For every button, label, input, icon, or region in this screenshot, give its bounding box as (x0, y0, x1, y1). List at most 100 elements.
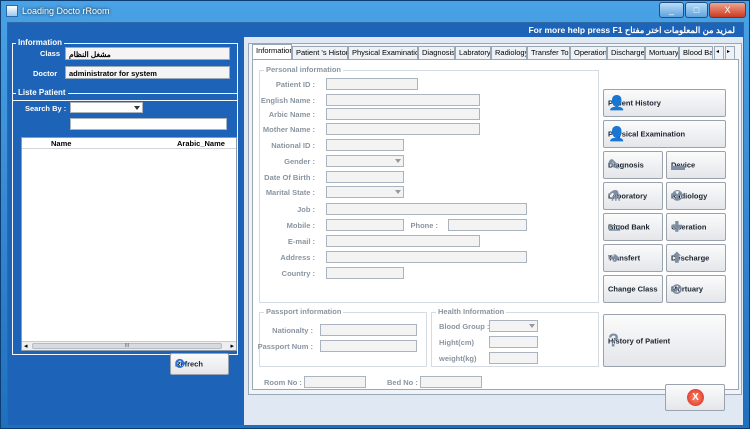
personal-info-group: Personal information Patient ID : Englis… (259, 65, 599, 303)
weight-label: weight(kg) (439, 354, 477, 363)
search-by-select[interactable] (70, 102, 143, 113)
diagnosis-button[interactable]: Diagnosis ✎ (603, 151, 663, 179)
country-input[interactable] (326, 267, 404, 279)
refresh-button[interactable]: Refrech ⟳ (170, 353, 229, 375)
blood-bag-icon: ▭ (608, 218, 622, 235)
personal-info-title: Personal information (264, 65, 344, 74)
user-icon: 👤 (608, 94, 626, 111)
phone-input[interactable] (448, 219, 527, 231)
exit-button[interactable]: X (665, 384, 725, 411)
search-input[interactable] (70, 118, 227, 130)
blood-group-select[interactable] (489, 320, 538, 332)
room-no-label: Room No : (264, 378, 302, 387)
maximize-button[interactable]: □ (685, 2, 708, 18)
list-header: Name Arabic_Name (22, 138, 236, 149)
email-input[interactable] (326, 235, 480, 247)
job-label: Job : (297, 205, 315, 214)
room-no-input[interactable] (304, 376, 366, 388)
descharge-button[interactable]: Descharge ⬆ (666, 244, 726, 272)
tab-physical-examination[interactable]: Physical Examination (348, 46, 418, 60)
help-bar: For more help press F1 لمزيد من المعلوما… (8, 23, 743, 37)
patient-history-button[interactable]: Patient History 👤 (603, 89, 726, 117)
english-name-input[interactable] (326, 94, 480, 106)
close-icon: X (687, 389, 704, 406)
patient-list[interactable]: Name Arabic_Name ◂ III ▸ (21, 137, 237, 351)
search-by-label: Search By : (25, 104, 67, 113)
email-label: E-mail : (287, 237, 315, 246)
mother-name-label: Mother Name : (262, 125, 315, 134)
physical-examination-button[interactable]: Physical Examination 👤 (603, 120, 726, 148)
tab-diagnosis[interactable]: Diagnosis (418, 46, 455, 60)
laboratory-button[interactable]: Laboratory ⚗ (603, 182, 663, 210)
col-name-header[interactable]: Name (51, 139, 71, 148)
tab-mortuary[interactable]: Mortuary (645, 46, 679, 60)
country-label: Country : (281, 269, 315, 278)
radiology-button[interactable]: Radiology ☢ (666, 182, 726, 210)
help-text: For more help press F1 لمزيد من المعلوما… (528, 25, 735, 35)
job-input[interactable] (326, 203, 527, 215)
horizontal-scrollbar[interactable]: ◂ III ▸ (22, 341, 236, 350)
passport-num-label: Passport Num : (257, 342, 313, 351)
bed-no-input[interactable] (420, 376, 482, 388)
address-input[interactable] (326, 251, 527, 263)
tab-scroll-left[interactable]: ◂ (714, 46, 724, 60)
dob-input[interactable] (326, 171, 404, 183)
scroll-right-icon[interactable]: ▸ (230, 342, 234, 350)
transfert-button[interactable]: Transfert ➔ (603, 244, 663, 272)
tab-blood-bank[interactable]: Blood Bank (679, 46, 713, 60)
doctor-icon: 👤 (608, 125, 626, 142)
english-name-label: English Name : (260, 96, 315, 105)
patient-id-label: Patient ID : (275, 80, 315, 89)
minimize-button[interactable]: _ (659, 2, 684, 18)
tab-transfer-to[interactable]: Transfer To (527, 46, 570, 60)
mobile-label: Mobile : (286, 221, 315, 230)
class-label: Class (40, 49, 61, 58)
document-icon: ✎ (608, 156, 620, 173)
patient-id-input[interactable] (326, 78, 418, 90)
gender-select[interactable] (326, 155, 404, 167)
health-info-group: Health Information Blood Group : Hight(c… (431, 307, 599, 367)
weight-input[interactable] (489, 352, 538, 364)
operation-button[interactable]: Operation ✚ (666, 213, 726, 241)
nationality-input[interactable] (320, 324, 417, 336)
gender-label: Gender : (284, 157, 315, 166)
arrow-right-icon: ➔ (608, 249, 620, 266)
passport-info-title: Passport information (264, 307, 344, 316)
scroll-thumb[interactable]: III (32, 343, 222, 349)
tab-radiology[interactable]: Radiology (491, 46, 527, 60)
mother-name-input[interactable] (326, 123, 480, 135)
marital-label: Marital State : (265, 188, 315, 197)
tab-information[interactable]: Information (252, 44, 292, 60)
blood-group-label: Blood Group : (439, 322, 490, 331)
col-arabic-header[interactable]: Arabic_Name (177, 139, 225, 148)
arabic-name-label: Arbic Name : (268, 110, 315, 119)
flask-icon: ⚗ (608, 187, 621, 204)
height-input[interactable] (489, 336, 538, 348)
information-title: Information (16, 38, 64, 47)
chevron-down-icon (395, 159, 401, 163)
tab-patient-history[interactable]: Patient 's History (292, 46, 348, 60)
doctor-label: Doctor (33, 69, 58, 78)
national-id-input[interactable] (326, 139, 404, 151)
mobile-input[interactable] (326, 219, 404, 231)
refresh-icon: ⟳ (175, 355, 187, 372)
tab-operation[interactable]: Operation (570, 46, 607, 60)
tab-scroll-right[interactable]: ▸ (725, 46, 735, 60)
scroll-left-icon[interactable]: ◂ (24, 342, 28, 350)
close-window-button[interactable]: X (709, 2, 746, 18)
main-window: Loading Docto rRoom _ □ X For more help … (0, 0, 750, 429)
xray-icon: ☢ (671, 187, 684, 204)
help-icon: ? (608, 330, 619, 350)
device-button[interactable]: Device ▬ (666, 151, 726, 179)
passport-num-input[interactable] (320, 340, 417, 352)
marital-select[interactable] (326, 186, 404, 198)
tab-labratory[interactable]: Labratory (455, 46, 491, 60)
arabic-name-input[interactable] (326, 108, 480, 120)
change-class-button[interactable]: Change Class (603, 275, 663, 303)
mortuary-button[interactable]: Mortuary ⊘ (666, 275, 726, 303)
history-of-patient-button[interactable]: History of Patient? (603, 314, 726, 367)
surgery-icon: ✚ (671, 218, 683, 235)
tab-discharge[interactable]: Discharge (607, 46, 645, 60)
window-title: Loading Docto rRoom (22, 6, 110, 16)
blood-bank-button[interactable]: Blood Bank ▭ (603, 213, 663, 241)
